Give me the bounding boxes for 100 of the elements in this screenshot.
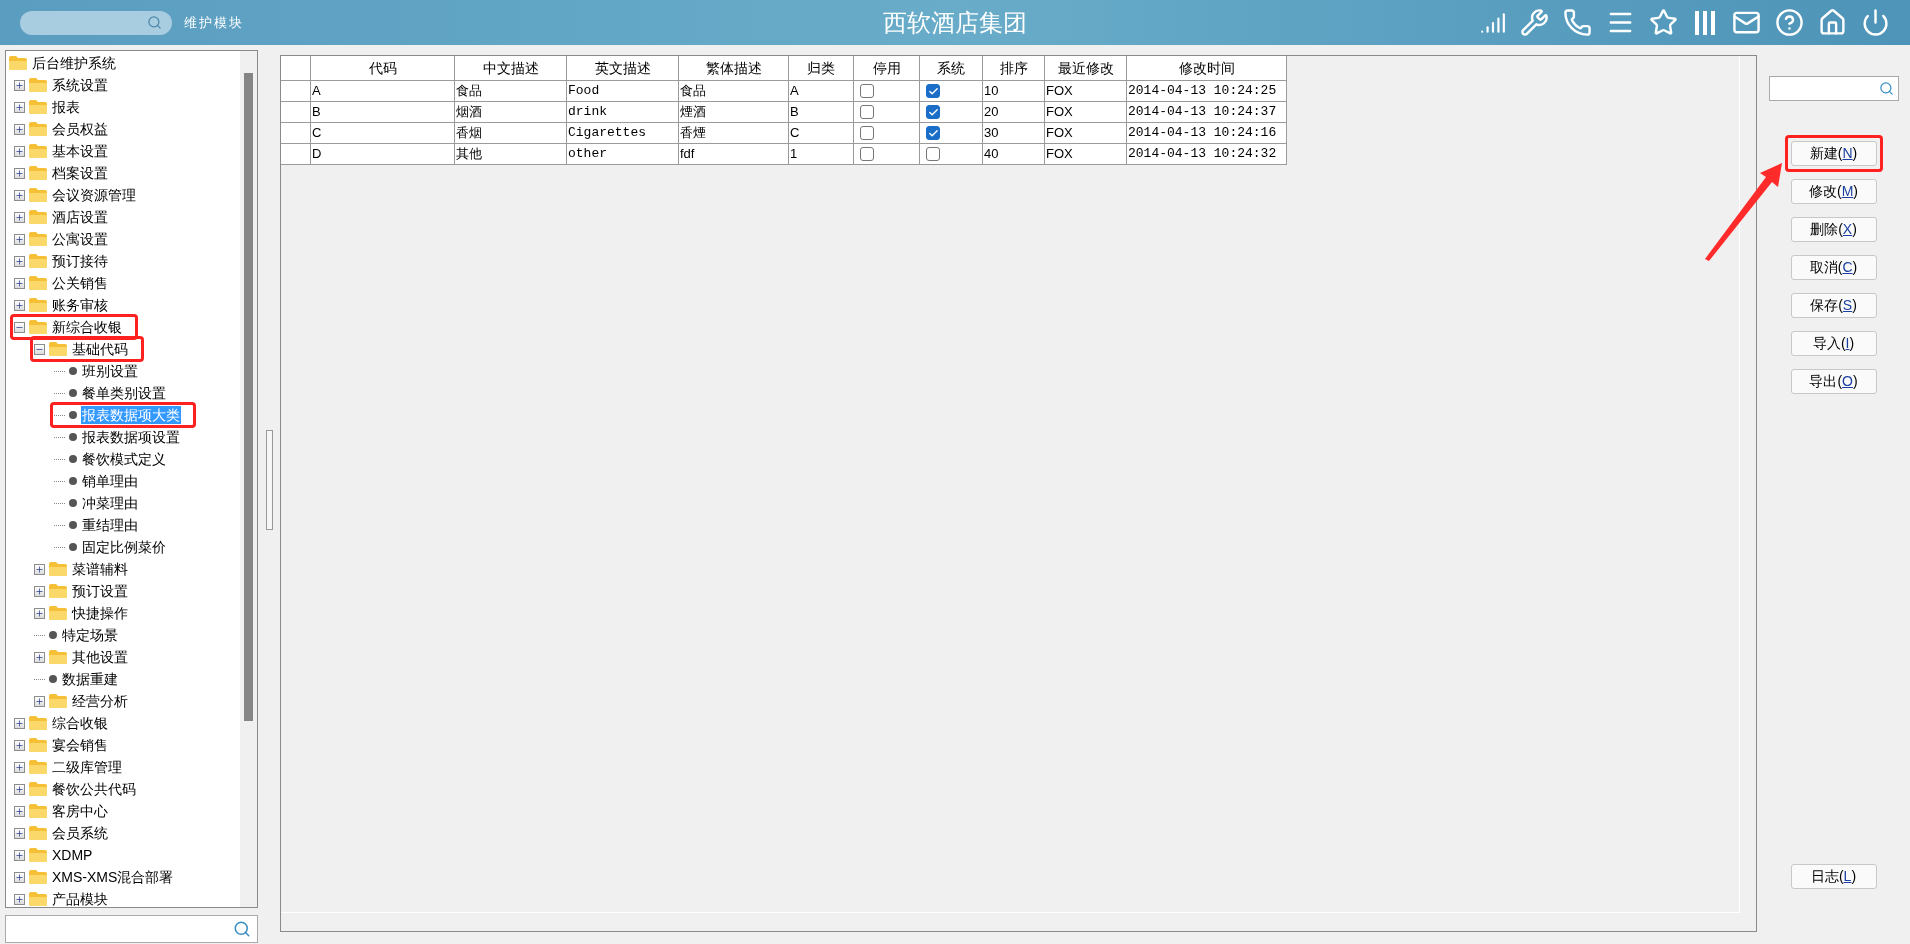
- tree-item[interactable]: 会员系统: [51, 824, 109, 842]
- power-icon[interactable]: [1861, 8, 1890, 37]
- expand-toggle[interactable]: [14, 189, 25, 201]
- column-header[interactable]: 归类: [789, 56, 854, 80]
- tree-item[interactable]: 特定场景: [61, 626, 119, 644]
- expand-toggle[interactable]: [14, 321, 25, 333]
- star-icon[interactable]: [1649, 8, 1678, 37]
- action-button[interactable]: 删除(X): [1790, 217, 1877, 242]
- tree-item[interactable]: 餐饮公共代码: [51, 780, 137, 798]
- expand-toggle[interactable]: [14, 783, 25, 795]
- tree-item[interactable]: 会员权益: [51, 120, 109, 138]
- expand-toggle[interactable]: [14, 299, 25, 311]
- expand-toggle[interactable]: [14, 893, 25, 905]
- expand-toggle[interactable]: [14, 255, 25, 267]
- tree-item[interactable]: 班别设置: [81, 362, 139, 380]
- tree-item[interactable]: XMS-XMS混合部署: [51, 868, 175, 886]
- tree-item[interactable]: 综合收银: [51, 714, 109, 732]
- column-header[interactable]: 系统: [920, 56, 983, 80]
- tree-item[interactable]: 冲菜理由: [81, 494, 139, 512]
- tree-item[interactable]: 会议资源管理: [51, 186, 137, 204]
- tree-item[interactable]: 账务审核: [51, 296, 109, 314]
- tree-item[interactable]: 后台维护系统: [31, 54, 117, 72]
- tree-item[interactable]: 报表: [51, 98, 81, 116]
- tree-item[interactable]: 经营分析: [71, 692, 129, 710]
- tree-item[interactable]: 预订设置: [71, 582, 129, 600]
- tree-item[interactable]: 二级库管理: [51, 758, 123, 776]
- tree-item[interactable]: 客房中心: [51, 802, 109, 820]
- checkbox[interactable]: [860, 147, 874, 161]
- action-button[interactable]: 保存(S): [1790, 293, 1877, 318]
- tree-item[interactable]: 数据重建: [61, 670, 119, 688]
- action-button[interactable]: 修改(M): [1790, 179, 1877, 204]
- action-button[interactable]: 取消(C): [1790, 255, 1877, 280]
- expand-toggle[interactable]: [14, 211, 25, 223]
- checkbox[interactable]: [926, 84, 940, 98]
- tree-item[interactable]: 宴会销售: [51, 736, 109, 754]
- tree-search-field[interactable]: [5, 915, 258, 943]
- bars-icon[interactable]: [1692, 8, 1718, 37]
- phone-icon[interactable]: [1563, 8, 1592, 37]
- expand-toggle[interactable]: [14, 805, 25, 817]
- tree-item[interactable]: 公寓设置: [51, 230, 109, 248]
- tree-item[interactable]: 基本设置: [51, 142, 109, 160]
- tree-item[interactable]: 其他设置: [71, 648, 129, 666]
- help-icon[interactable]: [1775, 8, 1804, 37]
- expand-toggle[interactable]: [14, 145, 25, 157]
- action-button[interactable]: 日志(L): [1790, 864, 1877, 889]
- expand-toggle[interactable]: [14, 849, 25, 861]
- tree-item[interactable]: 产品模块: [51, 890, 109, 908]
- column-header[interactable]: 修改时间: [1127, 56, 1287, 80]
- tree-item[interactable]: 餐单类别设置: [81, 384, 167, 402]
- tree-item[interactable]: 新综合收银: [51, 318, 123, 336]
- expand-toggle[interactable]: [14, 717, 25, 729]
- tree-item[interactable]: 重结理由: [81, 516, 139, 534]
- expand-toggle[interactable]: [14, 277, 25, 289]
- column-header[interactable]: 英文描述: [567, 56, 679, 80]
- column-header[interactable]: 排序: [983, 56, 1045, 80]
- expand-toggle[interactable]: [14, 871, 25, 883]
- tree-item[interactable]: 销单理由: [81, 472, 139, 490]
- tree-item[interactable]: 档案设置: [51, 164, 109, 182]
- column-header[interactable]: 代码: [311, 56, 455, 80]
- search-field[interactable]: [20, 10, 172, 35]
- expand-toggle[interactable]: [14, 167, 25, 179]
- tree-item[interactable]: 报表数据项设置: [81, 428, 181, 446]
- tree-item[interactable]: 酒店设置: [51, 208, 109, 226]
- column-header[interactable]: 中文描述: [455, 56, 567, 80]
- expand-toggle[interactable]: [14, 101, 25, 113]
- checkbox[interactable]: [860, 126, 874, 140]
- action-button[interactable]: 新建(N): [1790, 141, 1877, 166]
- tree-item[interactable]: XDMP: [51, 846, 94, 864]
- checkbox[interactable]: [860, 105, 874, 119]
- action-button[interactable]: 导出(O): [1790, 369, 1877, 394]
- expand-toggle[interactable]: [34, 343, 45, 355]
- column-header[interactable]: 最近修改: [1045, 56, 1127, 80]
- checkbox[interactable]: [926, 105, 940, 119]
- expand-toggle[interactable]: [34, 695, 45, 707]
- expand-toggle[interactable]: [14, 79, 25, 91]
- checkbox[interactable]: [860, 84, 874, 98]
- scrollbar-thumb[interactable]: [244, 73, 253, 721]
- expand-toggle[interactable]: [14, 827, 25, 839]
- house-icon[interactable]: [1818, 8, 1847, 37]
- tree-item[interactable]: 快捷操作: [71, 604, 129, 622]
- tree-item[interactable]: 菜谱辅料: [71, 560, 129, 578]
- expand-toggle[interactable]: [34, 651, 45, 663]
- expand-toggle[interactable]: [14, 739, 25, 751]
- expand-toggle[interactable]: [14, 123, 25, 135]
- tree-item[interactable]: 固定比例菜价: [81, 538, 167, 556]
- tree-item[interactable]: 餐饮模式定义: [81, 450, 167, 468]
- expand-toggle[interactable]: [34, 607, 45, 619]
- tree-item[interactable]: 系统设置: [51, 76, 109, 94]
- expand-toggle[interactable]: [14, 761, 25, 773]
- checkbox[interactable]: [926, 147, 940, 161]
- expand-toggle[interactable]: [34, 585, 45, 597]
- splitter-handle[interactable]: [265, 429, 273, 530]
- wrench-icon[interactable]: [1520, 8, 1549, 37]
- expand-toggle[interactable]: [34, 563, 45, 575]
- column-header[interactable]: 繁体描述: [679, 56, 789, 80]
- tree-item[interactable]: 预订接待: [51, 252, 109, 270]
- tree-item[interactable]: 基础代码: [71, 340, 129, 358]
- checkbox[interactable]: [926, 126, 940, 140]
- search-field[interactable]: [1768, 76, 1899, 101]
- action-button[interactable]: 导入(I): [1790, 331, 1877, 356]
